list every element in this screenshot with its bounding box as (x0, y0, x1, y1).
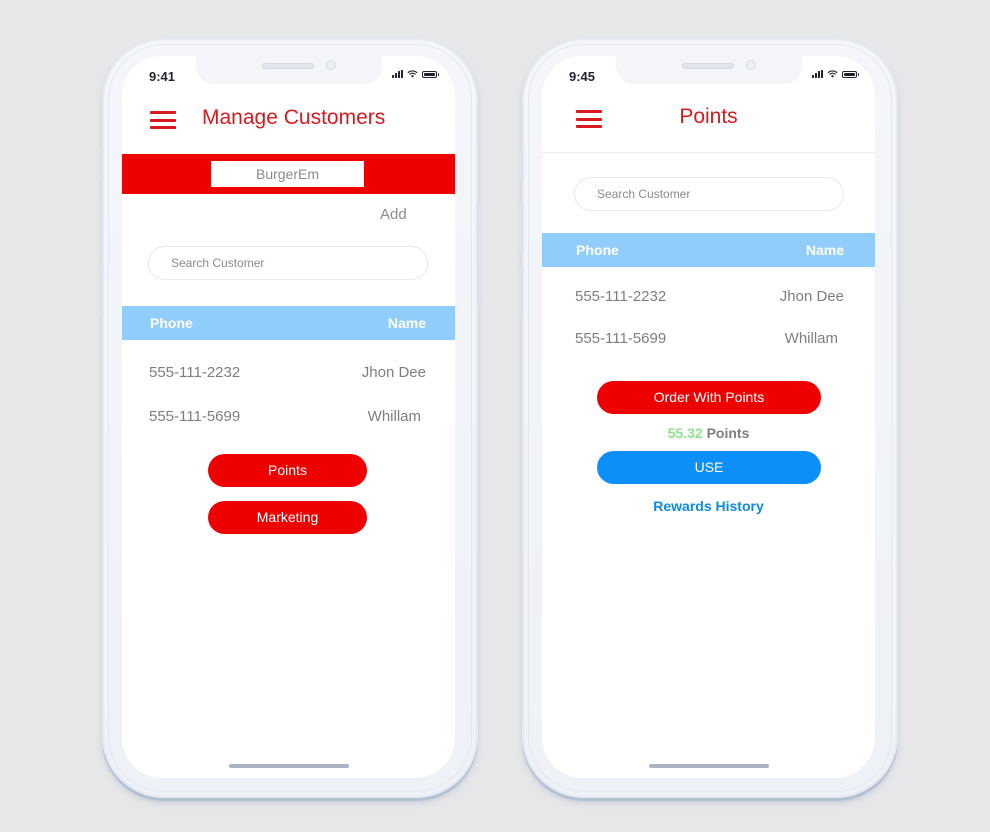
points-screen: 9:45 Points Phone Name 555-111-2232 Jhon… (542, 56, 875, 778)
wifi-icon (827, 70, 838, 78)
brand-selector[interactable]: BurgerEm (211, 161, 364, 187)
phone-cell: 555-111-2232 (575, 288, 667, 305)
points-balance-unit: Points (706, 425, 750, 441)
home-indicator[interactable] (649, 764, 769, 768)
status-icons (392, 70, 439, 78)
column-header-phone: Phone (150, 315, 193, 331)
notch (196, 56, 382, 84)
volume-up-button (99, 203, 103, 253)
phone-frame-points: 9:45 Points Phone Name 555-111-2232 Jhon… (519, 38, 901, 798)
order-with-points-button[interactable]: Order With Points (597, 381, 821, 414)
notch (616, 56, 802, 84)
battery-icon (842, 70, 859, 78)
points-balance: 55.32 Points (542, 425, 875, 441)
name-cell: Jhon Dee (361, 364, 426, 381)
table-row[interactable]: 555-111-2232 Jhon Dee (122, 364, 455, 394)
volume-down-button (519, 266, 523, 316)
front-camera (326, 60, 336, 70)
power-button (897, 205, 901, 305)
brand-bar: BurgerEm (122, 154, 455, 194)
table-header: Phone Name (542, 233, 875, 267)
speaker (682, 63, 734, 69)
cellular-signal-icon (392, 70, 403, 78)
manage-customers-screen: 9:41 Manage Customers BurgerEm Add Phone… (122, 56, 455, 778)
points-button[interactable]: Points (208, 454, 367, 487)
column-header-name: Name (387, 315, 426, 331)
page-title: Points (679, 105, 738, 128)
table-row[interactable]: 555-111-5699 Whillam (542, 330, 875, 360)
status-icons (812, 70, 859, 78)
volume-down-button (99, 266, 103, 316)
table-row[interactable]: 555-111-2232 Jhon Dee (542, 288, 875, 318)
status-time: 9:45 (569, 69, 596, 84)
hamburger-icon[interactable] (150, 111, 176, 129)
phone-cell: 555-111-5699 (149, 408, 241, 425)
name-cell: Jhon Dee (779, 288, 844, 305)
table-row[interactable]: 555-111-5699 Whillam (122, 408, 455, 438)
add-customer-button[interactable]: Add (380, 206, 407, 223)
mute-switch (99, 150, 103, 180)
name-cell: Whillam (784, 330, 838, 347)
name-cell: Whillam (367, 408, 421, 425)
volume-up-button (519, 203, 523, 253)
speaker (262, 63, 314, 69)
column-header-phone: Phone (576, 242, 619, 258)
page-title: Manage Customers (202, 106, 386, 129)
phone-cell: 555-111-5699 (575, 330, 667, 347)
marketing-button[interactable]: Marketing (208, 501, 367, 534)
header-divider (542, 152, 875, 153)
table-header: Phone Name (122, 306, 455, 340)
rewards-history-link[interactable]: Rewards History (542, 498, 875, 514)
front-camera (746, 60, 756, 70)
use-points-button[interactable]: USE (597, 451, 821, 484)
column-header-name: Name (805, 242, 844, 258)
power-button (477, 205, 481, 305)
search-customer-input[interactable] (574, 177, 844, 211)
wifi-icon (407, 70, 418, 78)
phone-cell: 555-111-2232 (149, 364, 241, 381)
points-balance-value: 55.32 (667, 425, 703, 441)
home-indicator[interactable] (229, 764, 349, 768)
phone-frame-manage-customers: 9:41 Manage Customers BurgerEm Add Phone… (99, 38, 481, 798)
search-customer-input[interactable] (148, 246, 428, 280)
status-time: 9:41 (149, 69, 176, 84)
mute-switch (519, 150, 523, 180)
battery-icon (422, 70, 439, 78)
cellular-signal-icon (812, 70, 823, 78)
